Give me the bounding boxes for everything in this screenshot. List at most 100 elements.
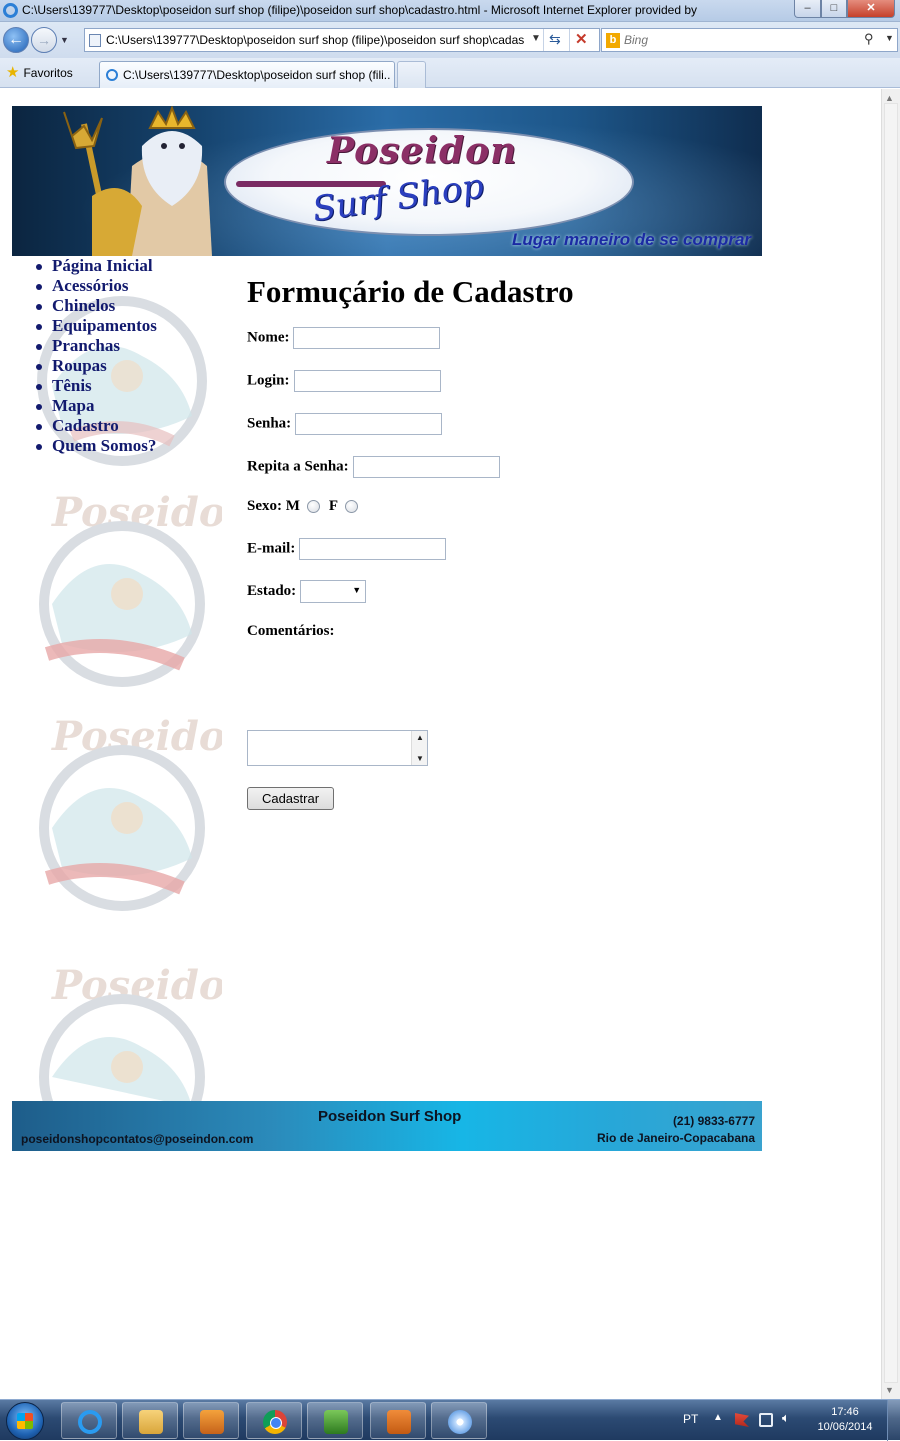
address-url[interactable]: C:\Users\139777\Desktop\poseidon surf sh…: [106, 33, 531, 47]
start-button[interactable]: [6, 1402, 44, 1440]
stop-icon[interactable]: ✕: [575, 30, 588, 48]
sidebar-item-pagina-inicial[interactable]: Página Inicial: [32, 256, 157, 276]
sidebar-item-quem-somos[interactable]: Quem Somos?: [32, 436, 157, 456]
registration-form: Formuçário de Cadastro Nome: Login: Senh…: [247, 272, 767, 810]
chevron-down-icon: ▼: [352, 585, 362, 595]
star-icon: ★: [6, 64, 20, 81]
sidebar-item-label[interactable]: Chinelos: [52, 296, 115, 315]
sidebar-nav: Página Inicial Acessórios Chinelos Equip…: [32, 256, 157, 456]
browser-tab[interactable]: C:\Users\139777\Desktop\poseidon surf sh…: [99, 61, 395, 88]
taskbar-media-player[interactable]: [183, 1402, 239, 1439]
form-title: Formuçário de Cadastro: [247, 274, 574, 309]
estado-label: Estado:: [247, 583, 297, 599]
email-input[interactable]: [299, 538, 447, 560]
taskbar-explorer[interactable]: [122, 1402, 178, 1439]
cadastrar-button[interactable]: Cadastrar: [247, 787, 334, 810]
sidebar-item-mapa[interactable]: Mapa: [32, 396, 157, 416]
sidebar-item-label[interactable]: Pranchas: [52, 336, 120, 355]
repita-senha-label: Repita a Senha:: [247, 458, 349, 475]
sexo-m-radio[interactable]: [306, 500, 320, 514]
maximize-button[interactable]: □: [821, 0, 847, 18]
sidebar-item-label[interactable]: Roupas: [52, 356, 107, 375]
arrow-left-icon: ←: [8, 31, 24, 48]
repita-senha-input[interactable]: [352, 456, 500, 478]
address-bar[interactable]: C:\Users\139777\Desktop\poseidon surf sh…: [84, 28, 600, 52]
language-indicator[interactable]: PT: [683, 1412, 698, 1426]
sidebar-item-acessorios[interactable]: Acessórios: [32, 276, 157, 296]
search-box[interactable]: b ⚲ ▼: [601, 28, 898, 52]
sidebar-item-label[interactable]: Quem Somos?: [52, 436, 156, 455]
back-button[interactable]: ←: [3, 27, 29, 53]
search-input[interactable]: [624, 32, 854, 48]
banner-tagline: Lugar maneiro de se comprar: [512, 230, 752, 249]
taskbar-code-editor[interactable]: [307, 1402, 363, 1439]
brand-title: Poseidon: [327, 130, 518, 172]
sidebar-item-label[interactable]: Cadastro: [52, 416, 119, 435]
sidebar-item-tenis[interactable]: Tênis: [32, 376, 157, 396]
tab-title: C:\Users\139777\Desktop\poseidon surf sh…: [123, 68, 391, 82]
sidebar-item-label[interactable]: Página Inicial: [52, 256, 153, 275]
footer-email: poseidonshopcontatos@poseindon.com: [21, 1132, 254, 1146]
comentarios-label: Comentários:: [247, 623, 335, 640]
email-label: E-mail:: [247, 540, 296, 557]
scrollbar-track[interactable]: [884, 103, 898, 1383]
sidebar-item-label[interactable]: Equipamentos: [52, 316, 157, 335]
favorites-button[interactable]: ★ Favoritos: [6, 63, 73, 81]
taskbar-java[interactable]: [370, 1402, 426, 1439]
scroll-down-icon[interactable]: ▼: [885, 1385, 894, 1395]
minimize-button[interactable]: –: [794, 0, 821, 18]
scroll-up-icon[interactable]: ▲: [416, 733, 424, 742]
scroll-up-icon[interactable]: ▲: [885, 93, 894, 103]
sidebar-item-label[interactable]: Mapa: [52, 396, 95, 415]
sidebar-item-roupas[interactable]: Roupas: [32, 356, 157, 376]
footer-banner: Poseidon Surf Shop poseidonshopcontatos@…: [12, 1101, 762, 1151]
poseidon-watermark-logo: Poseidon: [39, 713, 222, 911]
search-dropdown-icon[interactable]: ▼: [885, 33, 894, 43]
address-separator: [569, 29, 570, 51]
paint-icon: [448, 1410, 472, 1434]
taskbar-internet-explorer[interactable]: [61, 1402, 117, 1439]
sidebar-item-chinelos[interactable]: Chinelos: [32, 296, 157, 316]
sidebar-item-equipamentos[interactable]: Equipamentos: [32, 316, 157, 336]
sidebar-item-pranchas[interactable]: Pranchas: [32, 336, 157, 356]
senha-label: Senha:: [247, 415, 292, 432]
clock-date: 10/06/2014: [817, 1421, 873, 1433]
action-center-flag-icon[interactable]: [735, 1413, 749, 1427]
repita-senha-row: Repita a Senha:: [247, 456, 500, 478]
new-tab-button[interactable]: [397, 61, 426, 88]
forward-button[interactable]: →: [31, 27, 57, 53]
textarea-scrollbar[interactable]: ▲ ▼: [411, 731, 427, 765]
folder-icon: [139, 1410, 163, 1434]
ie-tab-icon: [106, 69, 118, 81]
show-desktop-button[interactable]: [887, 1400, 900, 1441]
page-scrollbar[interactable]: ▲ ▼: [881, 89, 900, 1399]
sidebar-item-label[interactable]: Acessórios: [52, 276, 128, 295]
senha-input[interactable]: [295, 413, 443, 435]
close-button[interactable]: ✕: [847, 0, 895, 18]
show-hidden-icons-icon[interactable]: ▲: [713, 1412, 723, 1423]
address-dropdown-icon[interactable]: ▼: [531, 33, 541, 44]
page-viewport: Poseidon Surf Shop Lugar maneiro de se c…: [0, 89, 881, 1399]
sidebar-item-label[interactable]: Tênis: [52, 376, 92, 395]
search-icon[interactable]: ⚲: [864, 31, 874, 47]
nome-input[interactable]: [293, 327, 441, 349]
volume-icon[interactable]: 🔈︎: [782, 1410, 790, 1426]
comentarios-textarea[interactable]: ▲ ▼: [247, 730, 428, 766]
network-icon[interactable]: [759, 1413, 773, 1427]
page-icon: [89, 34, 101, 47]
system-clock[interactable]: 17:46 10/06/2014: [812, 1405, 878, 1435]
favorites-label: Favoritos: [23, 66, 73, 80]
sexo-f-radio[interactable]: [345, 500, 359, 514]
refresh-icon[interactable]: ⇆: [549, 31, 561, 48]
sidebar-item-cadastro[interactable]: Cadastro: [32, 416, 157, 436]
footer-shop-name: Poseidon Surf Shop: [318, 1108, 462, 1125]
internet-explorer-icon: [78, 1410, 102, 1434]
window-titlebar: C:\Users\139777\Desktop\poseidon surf sh…: [0, 0, 900, 22]
taskbar-paint[interactable]: [431, 1402, 487, 1439]
estado-select[interactable]: ▼: [300, 580, 367, 603]
scroll-down-icon[interactable]: ▼: [416, 754, 424, 763]
login-input[interactable]: [293, 370, 441, 392]
history-dropdown-icon[interactable]: ▼: [60, 35, 69, 45]
taskbar-chrome[interactable]: [246, 1402, 302, 1439]
estado-row: Estado: ▼: [247, 580, 367, 603]
